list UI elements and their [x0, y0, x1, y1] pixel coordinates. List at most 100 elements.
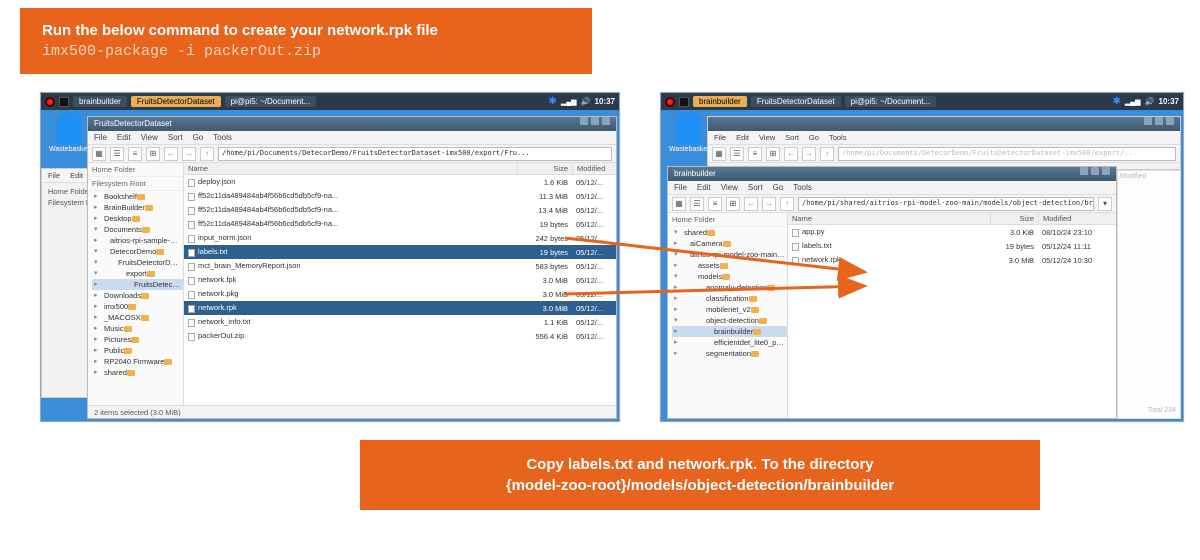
file-row[interactable]: network_info.txt1.1 KiB05/12/... [184, 315, 616, 329]
terminal-icon[interactable] [679, 97, 689, 107]
menu-view[interactable]: View [721, 183, 738, 192]
tree-classification[interactable]: classification [672, 293, 787, 304]
tree-object-detection[interactable]: object-detection [672, 315, 787, 326]
menu-tools[interactable]: Tools [213, 133, 232, 142]
tree-brainbuilder[interactable]: BrainBuilder [92, 202, 183, 213]
nav-back-button[interactable]: ← [744, 197, 758, 211]
tree-models[interactable]: models [672, 271, 787, 282]
tree-pictures[interactable]: Pictures [92, 334, 183, 345]
path-dropdown[interactable]: ▾ [1098, 197, 1112, 211]
tree-shared[interactable]: shared [92, 367, 183, 378]
view-icons-button[interactable]: ▦ [672, 197, 686, 211]
menu-go[interactable]: Go [773, 183, 784, 192]
header-modified[interactable]: Modified [572, 163, 616, 174]
wastebasket[interactable]: Wastebasket [669, 116, 709, 153]
menu-sort[interactable]: Sort [748, 183, 763, 192]
tree-efficientdet[interactable]: efficientdet_lite0_pp [672, 337, 787, 348]
view-list-button[interactable]: ☰ [110, 147, 124, 161]
header-size[interactable]: Size [990, 213, 1038, 224]
menu-go[interactable]: Go [193, 133, 204, 142]
file-row[interactable]: network.fpk3.0 MiB05/12/... [184, 273, 616, 287]
tree-documents[interactable]: Documents [92, 224, 183, 235]
sidebar-home-folder[interactable]: Home Folder [88, 163, 183, 177]
header-modified[interactable]: Modified [1038, 213, 1116, 224]
view-icons-button[interactable]: ▦ [92, 147, 106, 161]
tree-downloads[interactable]: Downloads [92, 290, 183, 301]
view-detail-button[interactable]: ⊞ [146, 147, 160, 161]
taskbar-tab-brainbuilder[interactable]: brainbuilder [693, 96, 747, 107]
sidebar-home-folder[interactable]: Home Folder [668, 213, 787, 227]
menu-tools[interactable]: Tools [793, 183, 812, 192]
view-compact-button[interactable]: ≡ [128, 147, 142, 161]
tree-shared[interactable]: shared [672, 227, 787, 238]
file-row[interactable]: labels.txt19 bytes05/12/24 11:11 [788, 239, 1116, 253]
view-compact-button[interactable]: ≡ [708, 197, 722, 211]
file-row[interactable]: ff52c11da489484ab4f56b6cd5db5cf9-na...11… [184, 189, 616, 203]
file-row[interactable]: ff52c11da489484ab4f56b6cd5db5cf9-na...19… [184, 217, 616, 231]
tree-assets[interactable]: assets [672, 260, 787, 271]
tree-desktop[interactable]: Desktop [92, 213, 183, 224]
menu-edit[interactable]: Edit [117, 133, 131, 142]
terminal-icon[interactable] [59, 97, 69, 107]
menu-file[interactable]: File [94, 133, 107, 142]
path-input[interactable]: /home/pi/Documents/DetecorDemo/FruitsDet… [218, 147, 612, 161]
menu-edit[interactable]: Edit [697, 183, 711, 192]
tree-bookshelf[interactable]: Bookshelf [92, 191, 183, 202]
tree-imx500[interactable]: imx500 [92, 301, 183, 312]
file-row[interactable]: deploy.json1.6 KiB05/12/... [184, 175, 616, 189]
nav-up-button[interactable]: ↑ [780, 197, 794, 211]
wifi-icon[interactable] [561, 97, 577, 106]
header-name[interactable]: Name [788, 213, 990, 224]
tree-export[interactable]: export [92, 268, 183, 279]
raspberry-menu-icon[interactable] [665, 97, 675, 107]
tree-segmentation[interactable]: segmentation [672, 348, 787, 359]
wifi-icon[interactable] [1125, 97, 1141, 106]
bluetooth-icon[interactable]: ✱ [548, 96, 556, 107]
menu-file[interactable]: File [674, 183, 687, 192]
taskbar-tab-fruitsdetector[interactable]: FruitsDetectorDataset [131, 96, 221, 107]
menu-sort[interactable]: Sort [168, 133, 183, 142]
file-row[interactable]: packerOut.zip556.4 KiB05/12/... [184, 329, 616, 343]
view-list-button[interactable]: ☰ [690, 197, 704, 211]
taskbar-tab-terminal[interactable]: pi@pi5: ~/Document... [845, 96, 937, 107]
file-row[interactable]: input_norm.json242 bytes05/12/... [184, 231, 616, 245]
menu-view[interactable]: View [141, 133, 158, 142]
file-row[interactable]: network.rpk3.0 MiB05/12/24 10:30 [788, 253, 1116, 267]
file-row[interactable]: labels.txt19 bytes05/12/... [184, 245, 616, 259]
tree-fruitsdetectordataset[interactable]: FruitsDetectorDataset [92, 279, 183, 290]
file-row[interactable]: app.py3.0 KiB08/10/24 23:10 [788, 225, 1116, 239]
tree-aitrios-zoo[interactable]: aitrios-rpi-model-zoo-main [672, 249, 787, 260]
nav-fwd-button[interactable]: → [762, 197, 776, 211]
file-row[interactable]: network.rpk3.0 MiB05/12/... [184, 301, 616, 315]
tree-fruitsdetector-imx500[interactable]: FruitsDetectorDataset-imx500 [92, 257, 183, 268]
tree-aicamera[interactable]: aiCamera [672, 238, 787, 249]
tree-music[interactable]: Music [92, 323, 183, 334]
file-row[interactable]: network.pkg3.0 MiB05/12/... [184, 287, 616, 301]
path-input[interactable]: /home/pi/shared/aitrios-rpi-model-zoo-ma… [798, 197, 1094, 211]
tree-detecordemo[interactable]: DetecorDemo [92, 246, 183, 257]
header-size[interactable]: Size [517, 163, 572, 174]
nav-fwd-button[interactable]: → [182, 147, 196, 161]
tree-rp2040[interactable]: RP2040 Firmware [92, 356, 183, 367]
tree-macosx[interactable]: _MACOSX [92, 312, 183, 323]
tree-anomaly-detection[interactable]: anomaly-detection [672, 282, 787, 293]
speaker-icon[interactable] [581, 97, 591, 106]
speaker-icon[interactable] [1145, 97, 1155, 106]
taskbar-tab-fruitsdetector[interactable]: FruitsDetectorDataset [751, 96, 841, 107]
window-buttons[interactable] [580, 117, 610, 131]
wastebasket[interactable]: Wastebasket [49, 116, 89, 153]
bluetooth-icon[interactable]: ✱ [1112, 96, 1120, 107]
tree-public[interactable]: Public [92, 345, 183, 356]
window-buttons[interactable] [1080, 167, 1110, 181]
header-name[interactable]: Name [184, 163, 517, 174]
view-detail-button[interactable]: ⊞ [726, 197, 740, 211]
nav-up-button[interactable]: ↑ [200, 147, 214, 161]
taskbar-tab-brainbuilder[interactable]: brainbuilder [73, 96, 127, 107]
tree-mobilenet[interactable]: mobilenet_v2 [672, 304, 787, 315]
tree-aitrios-sample[interactable]: aitrios-rpi-sample-app-gui-tool [92, 235, 183, 246]
taskbar-tab-terminal[interactable]: pi@pi5: ~/Document... [225, 96, 317, 107]
raspberry-menu-icon[interactable] [45, 97, 55, 107]
tree-brainbuilder[interactable]: brainbuilder [672, 326, 787, 337]
sidebar-filesystem-root[interactable]: Filesystem Root [88, 177, 183, 191]
file-row[interactable]: ff52c11da489484ab4f56b6cd5db5cf9-na...13… [184, 203, 616, 217]
